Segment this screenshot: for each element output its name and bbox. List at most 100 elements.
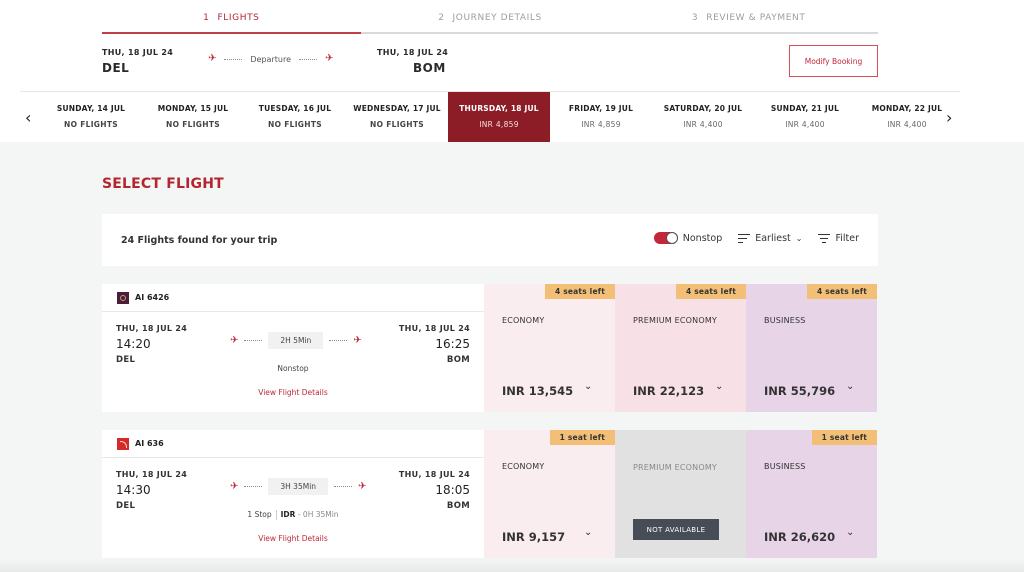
- results-controls: Nonstop Earliest ⌄ Filter: [653, 232, 859, 244]
- date-label: TUESDAY, 16 JUL: [258, 104, 332, 113]
- flight-info: AI 6426 THU, 18 JUL 24 14:20 DEL ✈ 2H 5M…: [102, 284, 484, 412]
- date-option[interactable]: MONDAY, 15 JUL NO FLIGHTS: [142, 92, 244, 142]
- arrival-date: THU, 18 JUL 24: [398, 324, 470, 333]
- fare-price: INR 13,545: [502, 384, 574, 398]
- cabin-label: ECONOMY: [502, 462, 545, 471]
- airline-logo-icon: [117, 437, 129, 450]
- duration-group: ✈ 2H 5Min ✈: [230, 332, 362, 349]
- fare-price: INR 9,157: [502, 530, 566, 544]
- date-label: MONDAY, 15 JUL: [157, 104, 229, 113]
- date-option[interactable]: SUNDAY, 14 JUL NO FLIGHTS: [40, 92, 142, 142]
- dotted-line: [334, 486, 353, 487]
- chevron-down-icon[interactable]: ⌄: [584, 527, 592, 538]
- departure-code: DEL: [102, 61, 130, 75]
- chevron-right-icon[interactable]: ›: [946, 108, 952, 127]
- date-price: INR 4,400: [683, 120, 723, 129]
- date-option[interactable]: SUNDAY, 21 JUL INR 4,400: [754, 92, 856, 142]
- sort-dropdown[interactable]: Earliest ⌄: [738, 233, 802, 244]
- sort-label: Earliest: [755, 232, 791, 244]
- chevron-down-icon[interactable]: ⌄: [584, 381, 592, 392]
- airline-logo-icon: [117, 291, 129, 304]
- dotted-line: [298, 58, 317, 60]
- step-review-payment[interactable]: 3 REVIEW & PAYMENT: [619, 0, 878, 32]
- seats-left-badge: 4 seats left: [806, 284, 877, 299]
- step-journey-details[interactable]: 2 JOURNEY DETAILS: [361, 0, 620, 32]
- arrival-date: THU, 18 JUL 24: [398, 470, 470, 479]
- not-available-badge: NOT AVAILABLE: [633, 519, 719, 540]
- stop-airport: IDR: [280, 510, 296, 519]
- cabin-label: PREMIUM ECONOMY: [633, 316, 718, 325]
- cabin-label: BUSINESS: [764, 462, 806, 471]
- seats-left-badge: 4 seats left: [544, 284, 615, 299]
- date-price: NO FLIGHTS: [166, 120, 220, 129]
- fare-economy[interactable]: 1 seat left ECONOMY INR 9,157 ⌄: [484, 430, 615, 558]
- filter-button[interactable]: Filter: [818, 233, 859, 244]
- date-price: NO FLIGHTS: [370, 120, 424, 129]
- cabin-label: ECONOMY: [502, 316, 545, 325]
- duration: 2H 5Min: [268, 332, 324, 349]
- flight-card: AI 636 THU, 18 JUL 24 14:30 DEL ✈ 3H 35M…: [102, 430, 878, 558]
- chevron-left-icon[interactable]: ‹: [25, 108, 31, 127]
- date-option[interactable]: MONDAY, 22 JUL INR 4,400: [856, 92, 958, 142]
- results-count: 24 Flights found for your trip: [121, 235, 278, 246]
- takeoff-icon: ✈: [230, 480, 239, 492]
- date-label: SUNDAY, 21 JUL: [770, 104, 840, 113]
- chevron-down-icon[interactable]: ⌄: [846, 381, 854, 392]
- fare-business[interactable]: 4 seats left BUSINESS INR 55,796 ⌄: [746, 284, 877, 412]
- date-label: MONDAY, 22 JUL: [871, 104, 943, 113]
- date-price: INR 4,400: [785, 120, 825, 129]
- date-option[interactable]: WEDNESDAY, 17 JUL NO FLIGHTS: [346, 92, 448, 142]
- layover-duration: - 0H 35Min: [297, 510, 339, 519]
- fare-premium-economy[interactable]: 4 seats left PREMIUM ECONOMY INR 22,123 …: [615, 284, 746, 412]
- chevron-down-icon: ⌄: [795, 233, 803, 243]
- nonstop-toggle[interactable]: Nonstop: [653, 232, 722, 244]
- stop-info: Nonstop: [277, 364, 309, 373]
- date-list: SUNDAY, 14 JUL NO FLIGHTS MONDAY, 15 JUL NO…: [40, 92, 958, 142]
- date-price: NO FLIGHTS: [64, 120, 118, 129]
- flight-header: AI 636: [102, 430, 484, 458]
- view-flight-details-link[interactable]: View Flight Details: [102, 534, 484, 543]
- flight-header: AI 6426: [102, 284, 484, 312]
- landing-icon: ✈: [353, 334, 362, 346]
- header-panel: 1 FLIGHTS 2 JOURNEY DETAILS 3 REVIEW & PAYM…: [0, 0, 1024, 142]
- arrival-code: BOM: [446, 501, 470, 511]
- fare-economy[interactable]: 4 seats left ECONOMY INR 13,545 ⌄: [484, 284, 615, 412]
- chevron-down-icon[interactable]: ⌄: [715, 381, 723, 392]
- fare-business[interactable]: 1 seat left BUSINESS INR 26,620 ⌄: [746, 430, 877, 558]
- duration-group: ✈ 3H 35Min ✈: [230, 478, 366, 495]
- step-flights[interactable]: 1 FLIGHTS: [102, 0, 361, 34]
- fare-premium-economy: PREMIUM ECONOMY NOT AVAILABLE: [615, 430, 746, 558]
- route-connector: ✈ Departure ✈: [208, 54, 333, 64]
- modify-booking-button[interactable]: Modify Booking: [789, 45, 878, 77]
- arrival-code: BOM: [446, 355, 470, 365]
- page-title: SELECT FLIGHT: [102, 176, 224, 192]
- arrival-time: 16:25: [435, 337, 470, 351]
- dotted-line: [244, 340, 263, 341]
- chevron-down-icon[interactable]: ⌄: [846, 527, 854, 538]
- date-selector: ‹ SUNDAY, 14 JUL NO FLIGHTS MONDAY, 15 JUL…: [20, 91, 960, 142]
- arrival-time: 18:05: [435, 483, 470, 497]
- date-option[interactable]: FRIDAY, 19 JUL INR 4,859: [550, 92, 652, 142]
- cabin-label: PREMIUM ECONOMY: [633, 463, 718, 472]
- dotted-line: [244, 486, 263, 487]
- view-flight-details-link[interactable]: View Flight Details: [102, 388, 484, 397]
- flight-body: THU, 18 JUL 24 14:30 DEL ✈ 3H 35Min ✈ 1 …: [102, 458, 484, 558]
- cabin-label: BUSINESS: [764, 316, 806, 325]
- flight-card: AI 6426 THU, 18 JUL 24 14:20 DEL ✈ 2H 5M…: [102, 284, 878, 412]
- takeoff-icon: ✈: [208, 53, 217, 64]
- seats-left-badge: 1 seat left: [811, 430, 877, 445]
- date-label: SUNDAY, 14 JUL: [56, 104, 126, 113]
- toggle-switch[interactable]: [653, 232, 678, 244]
- date-option[interactable]: THURSDAY, 18 JUL INR 4,859: [448, 92, 550, 142]
- date-label: THURSDAY, 18 JUL: [459, 104, 539, 113]
- date-label: SATURDAY, 20 JUL: [663, 104, 743, 113]
- divider: [275, 510, 277, 520]
- date-option[interactable]: SATURDAY, 20 JUL INR 4,400: [652, 92, 754, 142]
- date-option[interactable]: TUESDAY, 16 JUL NO FLIGHTS: [244, 92, 346, 142]
- date-price: INR 4,859: [581, 120, 621, 129]
- departure-label: Departure: [250, 54, 291, 64]
- dotted-line: [329, 340, 348, 341]
- date-price: INR 4,400: [887, 120, 927, 129]
- takeoff-icon: ✈: [230, 334, 239, 346]
- booking-steps: 1 FLIGHTS 2 JOURNEY DETAILS 3 REVIEW & PAYM…: [102, 0, 878, 34]
